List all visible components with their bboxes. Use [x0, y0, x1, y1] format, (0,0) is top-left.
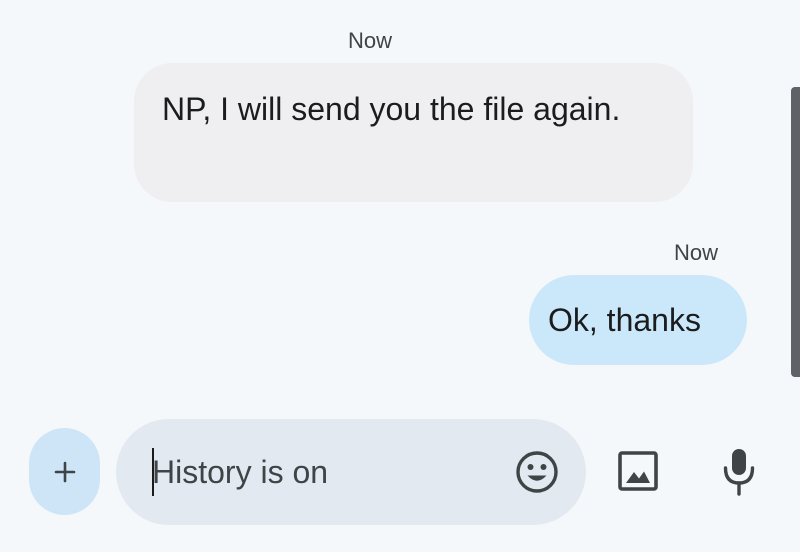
timestamp: Now: [674, 240, 719, 265]
plus-icon: [54, 461, 75, 482]
received-message-bubble[interactable]: NP, I will send you the file again.: [134, 63, 693, 202]
image-icon[interactable]: [617, 450, 659, 492]
emoji-icon[interactable]: [515, 450, 559, 494]
text-caret: [152, 448, 154, 496]
message-input[interactable]: [152, 449, 502, 495]
sent-message-bubble[interactable]: Ok, thanks: [529, 275, 747, 365]
timestamp: Now: [348, 28, 393, 53]
message-text: Ok, thanks: [548, 302, 701, 338]
compose-field[interactable]: [116, 419, 586, 525]
add-attachment-button[interactable]: [29, 428, 100, 515]
message-text: NP, I will send you the file again.: [162, 91, 621, 127]
scrollbar[interactable]: [791, 87, 800, 377]
microphone-icon[interactable]: [722, 447, 756, 497]
